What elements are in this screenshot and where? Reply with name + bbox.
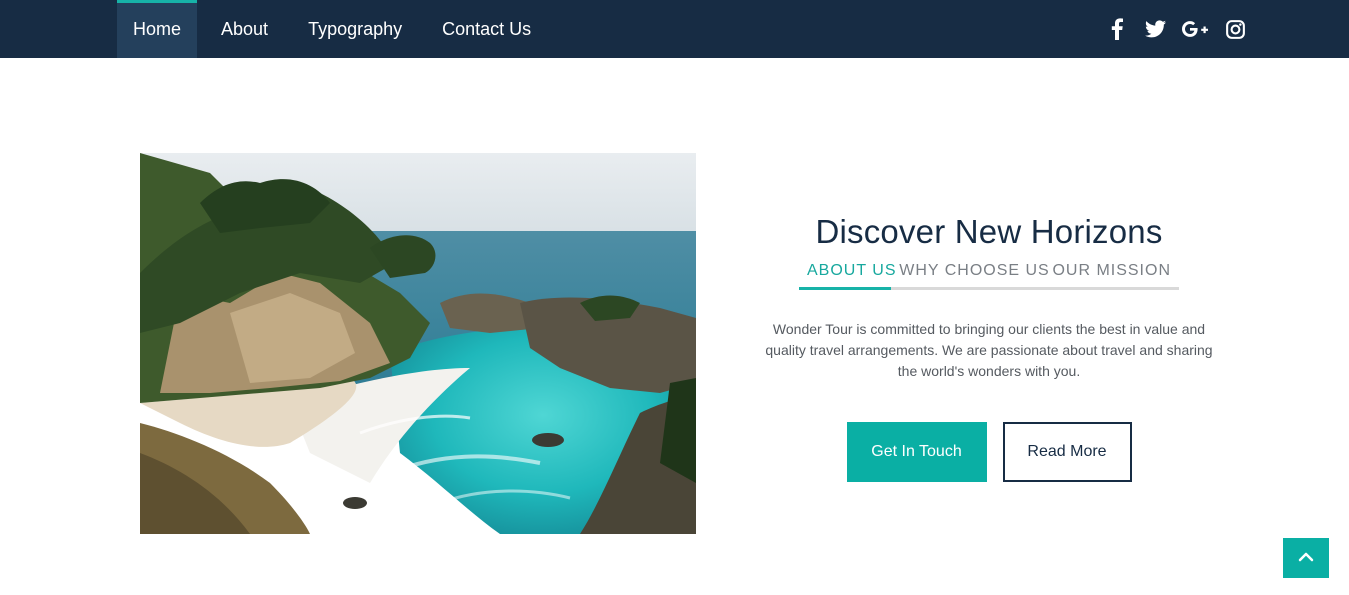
facebook-icon[interactable] [1106, 18, 1128, 40]
active-tab-indicator [799, 287, 891, 290]
get-in-touch-button[interactable]: Get In Touch [846, 422, 987, 482]
nav-item-home[interactable]: Home [117, 0, 198, 58]
instagram-icon[interactable] [1224, 18, 1246, 40]
hero-title: Discover New Horizons [815, 213, 1163, 250]
nav-item-typography[interactable]: Typography [292, 0, 418, 58]
hero-image [140, 153, 696, 534]
back-to-top-button[interactable] [1283, 538, 1329, 578]
chevron-up-icon [1298, 549, 1314, 567]
hero-buttons: Get In Touch Read More [762, 422, 1216, 482]
read-more-button[interactable]: Read More [1002, 422, 1132, 482]
main-nav: Home About Typography Contact Us [117, 0, 547, 58]
tab-our-mission[interactable]: OUR MISSION [1052, 262, 1171, 287]
nav-item-about[interactable]: About [205, 0, 284, 58]
top-navbar: Home About Typography Contact Us [0, 0, 1349, 58]
social-links [1106, 16, 1246, 42]
tab-why-choose-us[interactable]: WHY CHOOSE US [899, 262, 1050, 287]
twitter-icon[interactable] [1144, 18, 1166, 40]
hero-content: Discover New Horizons ABOUT US WHY CHOOS… [762, 210, 1216, 482]
nav-item-contact-us[interactable]: Contact Us [426, 0, 547, 58]
tab-about-us[interactable]: ABOUT US [807, 262, 897, 287]
info-tabs: ABOUT US WHY CHOOSE US OUR MISSION [799, 262, 1179, 287]
tab-underline [799, 287, 1179, 290]
google-plus-icon[interactable] [1182, 18, 1208, 40]
hero-description: Wonder Tour is committed to bringing our… [765, 321, 1213, 379]
